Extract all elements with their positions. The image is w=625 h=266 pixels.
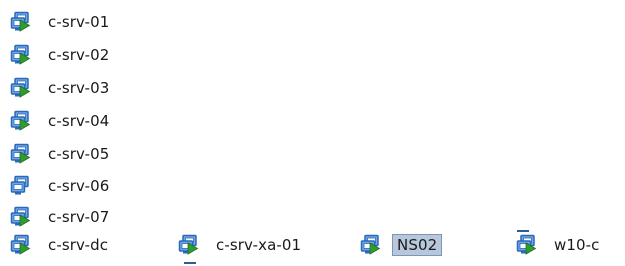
vm-item-c-srv-xa-01[interactable]: c-srv-xa-01 (178, 234, 303, 256)
vm-powered-on-icon (10, 11, 32, 33)
vm-item-c-srv-01[interactable]: c-srv-01 (10, 11, 111, 33)
vm-label: c-srv-05 (48, 145, 110, 163)
vm-label: w10-c (554, 236, 600, 254)
vm-item-c-srv-05[interactable]: c-srv-05 (10, 143, 111, 165)
vm-label: c-srv-04 (48, 112, 110, 130)
drag-indicator-mark (517, 230, 529, 232)
vm-item-c-srv-04[interactable]: c-srv-04 (10, 110, 111, 132)
vm-powered-on-icon (10, 234, 32, 256)
vm-label: c-srv-xa-01 (216, 236, 302, 254)
vm-label: c-srv-03 (48, 79, 110, 97)
drag-indicator-mark (184, 262, 196, 264)
vm-label: c-srv-dc (48, 236, 109, 254)
vm-label: c-srv-06 (48, 177, 110, 195)
vm-item-c-srv-02[interactable]: c-srv-02 (10, 44, 111, 66)
vm-powered-on-icon (10, 77, 32, 99)
vm-powered-on-icon (516, 234, 538, 256)
vm-powered-on-icon (360, 234, 382, 256)
vm-label: c-srv-07 (48, 208, 110, 226)
vm-item-c-srv-07[interactable]: c-srv-07 (10, 206, 111, 228)
vm-powered-on-icon (10, 44, 32, 66)
vm-label: c-srv-01 (48, 13, 110, 31)
vm-powered-on-icon (178, 234, 200, 256)
vm-item-ns02[interactable]: NS02 (360, 234, 443, 256)
vm-item-c-srv-dc[interactable]: c-srv-dc (10, 234, 110, 256)
vm-powered-on-icon (10, 206, 32, 228)
vm-label: c-srv-02 (48, 46, 110, 64)
vm-item-w10-c[interactable]: w10-c (516, 234, 602, 256)
vm-powered-on-icon (10, 143, 32, 165)
vm-powered-on-icon (10, 110, 32, 132)
vm-item-c-srv-03[interactable]: c-srv-03 (10, 77, 111, 99)
vm-label: NS02 (392, 234, 443, 256)
vm-item-c-srv-06[interactable]: c-srv-06 (10, 175, 111, 197)
vm-powered-off-icon (10, 175, 32, 197)
